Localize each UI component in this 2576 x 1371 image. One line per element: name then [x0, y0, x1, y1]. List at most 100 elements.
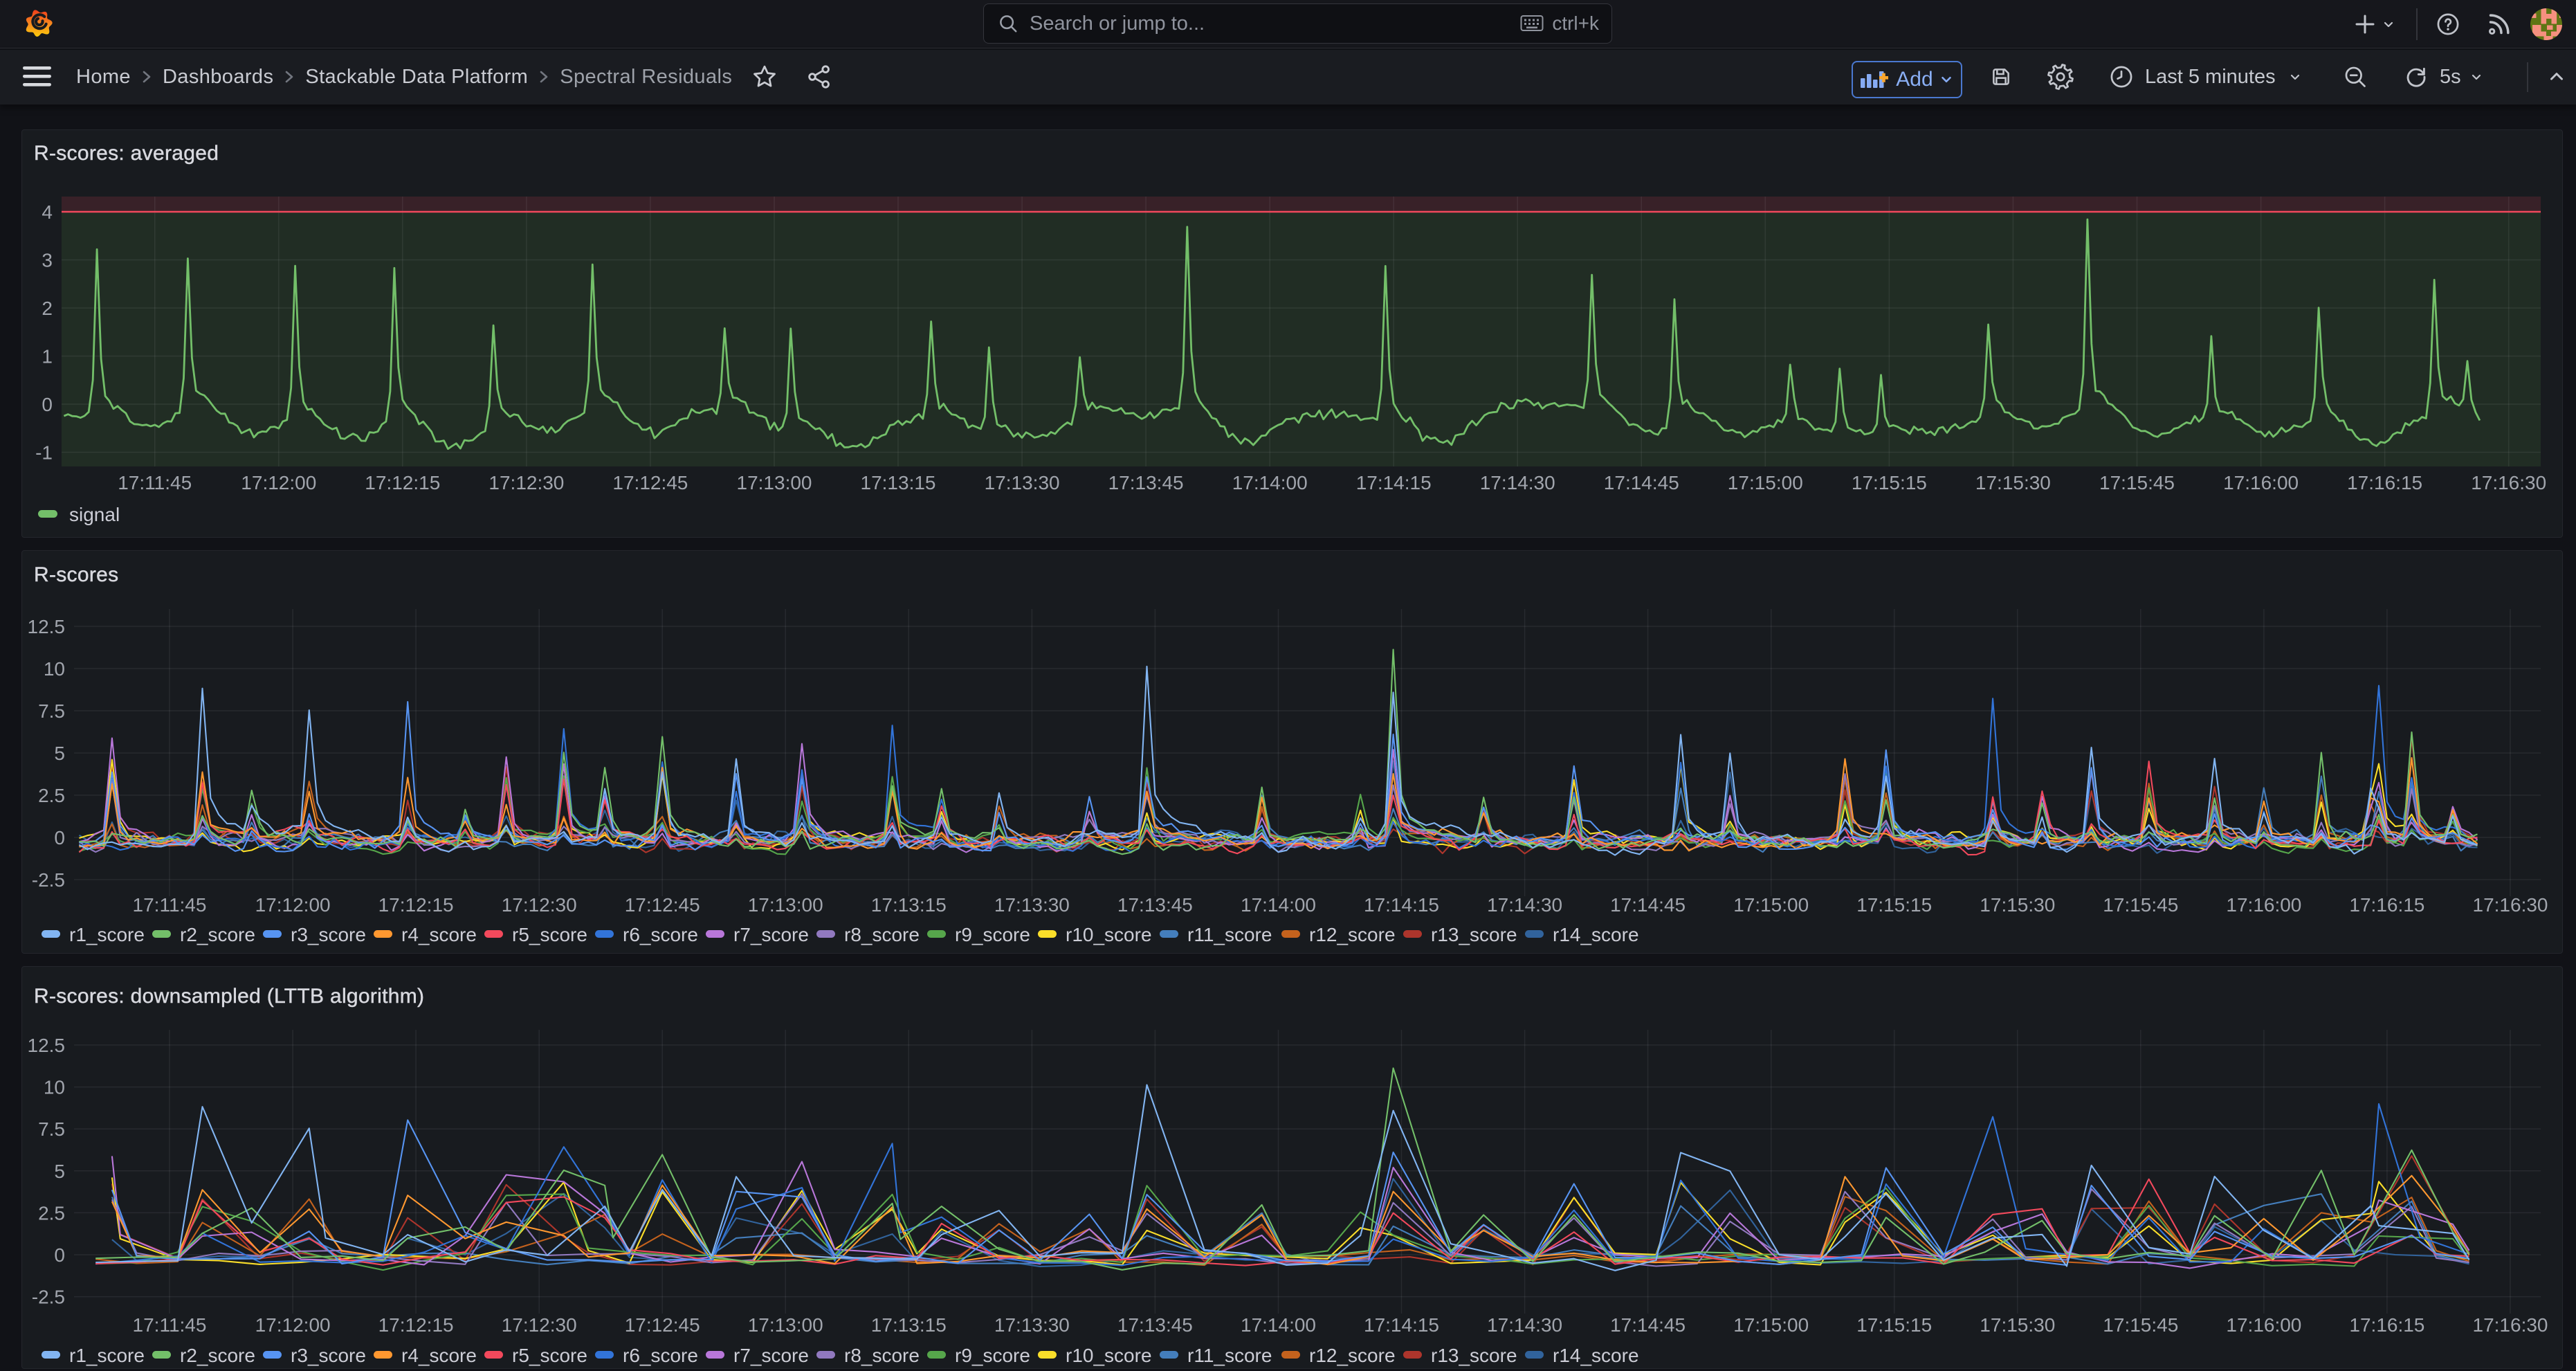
svg-text:r1_score: r1_score — [69, 1345, 145, 1366]
svg-text:12.5: 12.5 — [28, 1035, 66, 1056]
svg-text:-2.5: -2.5 — [32, 1287, 65, 1308]
svg-text:17:12:00: 17:12:00 — [241, 472, 316, 493]
svg-text:17:15:30: 17:15:30 — [1980, 894, 2055, 916]
svg-text:17:14:15: 17:14:15 — [1356, 472, 1432, 493]
svg-text:17:12:15: 17:12:15 — [378, 1314, 454, 1336]
svg-text:r7_score: r7_score — [733, 1345, 809, 1366]
svg-text:r2_score: r2_score — [180, 1345, 255, 1366]
svg-text:r6_score: r6_score — [623, 1345, 698, 1366]
svg-text:r6_score: r6_score — [623, 924, 698, 945]
svg-text:0: 0 — [54, 1244, 65, 1266]
svg-text:17:16:30: 17:16:30 — [2473, 894, 2548, 916]
svg-text:0: 0 — [54, 827, 65, 848]
svg-text:3: 3 — [42, 250, 53, 271]
svg-text:17:13:15: 17:13:15 — [861, 472, 936, 493]
svg-text:17:12:45: 17:12:45 — [612, 472, 688, 493]
svg-text:17:13:00: 17:13:00 — [737, 472, 812, 493]
svg-text:17:15:45: 17:15:45 — [2103, 1314, 2178, 1336]
svg-text:2.5: 2.5 — [38, 785, 65, 806]
svg-text:r14_score: r14_score — [1553, 924, 1639, 945]
svg-text:r12_score: r12_score — [1309, 1345, 1396, 1366]
svg-text:17:15:45: 17:15:45 — [2099, 472, 2175, 493]
svg-text:7.5: 7.5 — [38, 700, 65, 722]
svg-text:10: 10 — [44, 1077, 65, 1098]
svg-text:17:14:00: 17:14:00 — [1241, 1314, 1316, 1336]
svg-text:17:14:15: 17:14:15 — [1364, 894, 1439, 916]
svg-text:17:14:30: 17:14:30 — [1487, 894, 1562, 916]
svg-text:1: 1 — [42, 346, 53, 367]
svg-text:17:12:15: 17:12:15 — [378, 894, 454, 916]
svg-text:17:12:30: 17:12:30 — [502, 894, 577, 916]
svg-text:r13_score: r13_score — [1431, 1345, 1517, 1366]
svg-text:17:12:00: 17:12:00 — [255, 1314, 331, 1336]
svg-text:17:13:45: 17:13:45 — [1117, 1314, 1193, 1336]
svg-text:r13_score: r13_score — [1431, 924, 1517, 945]
svg-text:r10_score: r10_score — [1066, 1345, 1152, 1366]
svg-text:17:16:15: 17:16:15 — [2349, 1314, 2424, 1336]
svg-text:17:16:00: 17:16:00 — [2223, 472, 2299, 493]
svg-text:17:11:45: 17:11:45 — [118, 472, 192, 493]
svg-text:17:14:45: 17:14:45 — [1610, 1314, 1686, 1336]
svg-text:r7_score: r7_score — [733, 924, 809, 945]
svg-text:17:15:00: 17:15:00 — [1733, 894, 1809, 916]
svg-text:17:15:30: 17:15:30 — [1975, 472, 2051, 493]
svg-text:17:14:45: 17:14:45 — [1610, 894, 1686, 916]
svg-text:r9_score: r9_score — [955, 924, 1030, 945]
svg-text:-1: -1 — [35, 442, 53, 464]
svg-text:r10_score: r10_score — [1066, 924, 1152, 945]
svg-text:17:14:30: 17:14:30 — [1487, 1314, 1562, 1336]
svg-text:17:15:45: 17:15:45 — [2103, 894, 2178, 916]
svg-text:r3_score: r3_score — [291, 924, 366, 945]
svg-text:17:11:45: 17:11:45 — [133, 1314, 207, 1336]
svg-text:r14_score: r14_score — [1553, 1345, 1639, 1366]
svg-text:17:13:45: 17:13:45 — [1117, 894, 1193, 916]
svg-text:12.5: 12.5 — [28, 616, 66, 637]
svg-text:17:14:00: 17:14:00 — [1232, 472, 1308, 493]
svg-text:17:16:15: 17:16:15 — [2349, 894, 2424, 916]
svg-text:17:13:00: 17:13:00 — [748, 894, 823, 916]
svg-text:7.5: 7.5 — [38, 1118, 65, 1140]
svg-text:17:15:00: 17:15:00 — [1733, 1314, 1809, 1336]
svg-text:17:12:45: 17:12:45 — [625, 894, 700, 916]
svg-text:r4_score: r4_score — [401, 924, 477, 945]
svg-text:17:13:30: 17:13:30 — [985, 472, 1060, 493]
svg-text:17:12:15: 17:12:15 — [365, 472, 440, 493]
svg-text:17:16:00: 17:16:00 — [2226, 894, 2301, 916]
svg-text:17:13:15: 17:13:15 — [871, 1314, 947, 1336]
svg-text:5: 5 — [54, 743, 65, 764]
svg-text:2: 2 — [42, 298, 53, 319]
svg-text:17:14:30: 17:14:30 — [1480, 472, 1555, 493]
svg-text:17:15:15: 17:15:15 — [1856, 1314, 1932, 1336]
svg-text:17:16:30: 17:16:30 — [2473, 1314, 2548, 1336]
svg-text:5: 5 — [54, 1161, 65, 1182]
svg-text:r1_score: r1_score — [69, 924, 145, 945]
svg-text:17:13:30: 17:13:30 — [994, 894, 1070, 916]
svg-text:r8_score: r8_score — [844, 1345, 920, 1366]
svg-text:17:12:45: 17:12:45 — [625, 1314, 700, 1336]
svg-text:r9_score: r9_score — [955, 1345, 1030, 1366]
svg-text:17:15:15: 17:15:15 — [1856, 894, 1932, 916]
svg-text:17:14:15: 17:14:15 — [1364, 1314, 1439, 1336]
svg-text:17:13:15: 17:13:15 — [871, 894, 947, 916]
svg-text:17:12:30: 17:12:30 — [502, 1314, 577, 1336]
svg-text:r3_score: r3_score — [291, 1345, 366, 1366]
svg-text:17:16:00: 17:16:00 — [2226, 1314, 2301, 1336]
svg-text:r11_score: r11_score — [1187, 924, 1272, 945]
svg-text:r8_score: r8_score — [844, 924, 920, 945]
svg-text:17:11:45: 17:11:45 — [133, 894, 207, 916]
svg-text:r4_score: r4_score — [401, 1345, 477, 1366]
svg-text:17:15:30: 17:15:30 — [1980, 1314, 2055, 1336]
svg-text:17:13:45: 17:13:45 — [1108, 472, 1184, 493]
svg-text:17:15:15: 17:15:15 — [1852, 472, 1927, 493]
svg-text:17:14:00: 17:14:00 — [1241, 894, 1316, 916]
svg-text:-2.5: -2.5 — [32, 869, 65, 891]
svg-text:17:12:00: 17:12:00 — [255, 894, 331, 916]
svg-text:signal: signal — [69, 504, 120, 525]
svg-text:4: 4 — [42, 201, 53, 223]
svg-text:r11_score: r11_score — [1187, 1345, 1272, 1366]
svg-text:r5_score: r5_score — [512, 924, 587, 945]
svg-text:17:16:15: 17:16:15 — [2347, 472, 2422, 493]
svg-text:2.5: 2.5 — [38, 1202, 65, 1224]
svg-text:r12_score: r12_score — [1309, 924, 1396, 945]
svg-text:17:13:30: 17:13:30 — [994, 1314, 1070, 1336]
